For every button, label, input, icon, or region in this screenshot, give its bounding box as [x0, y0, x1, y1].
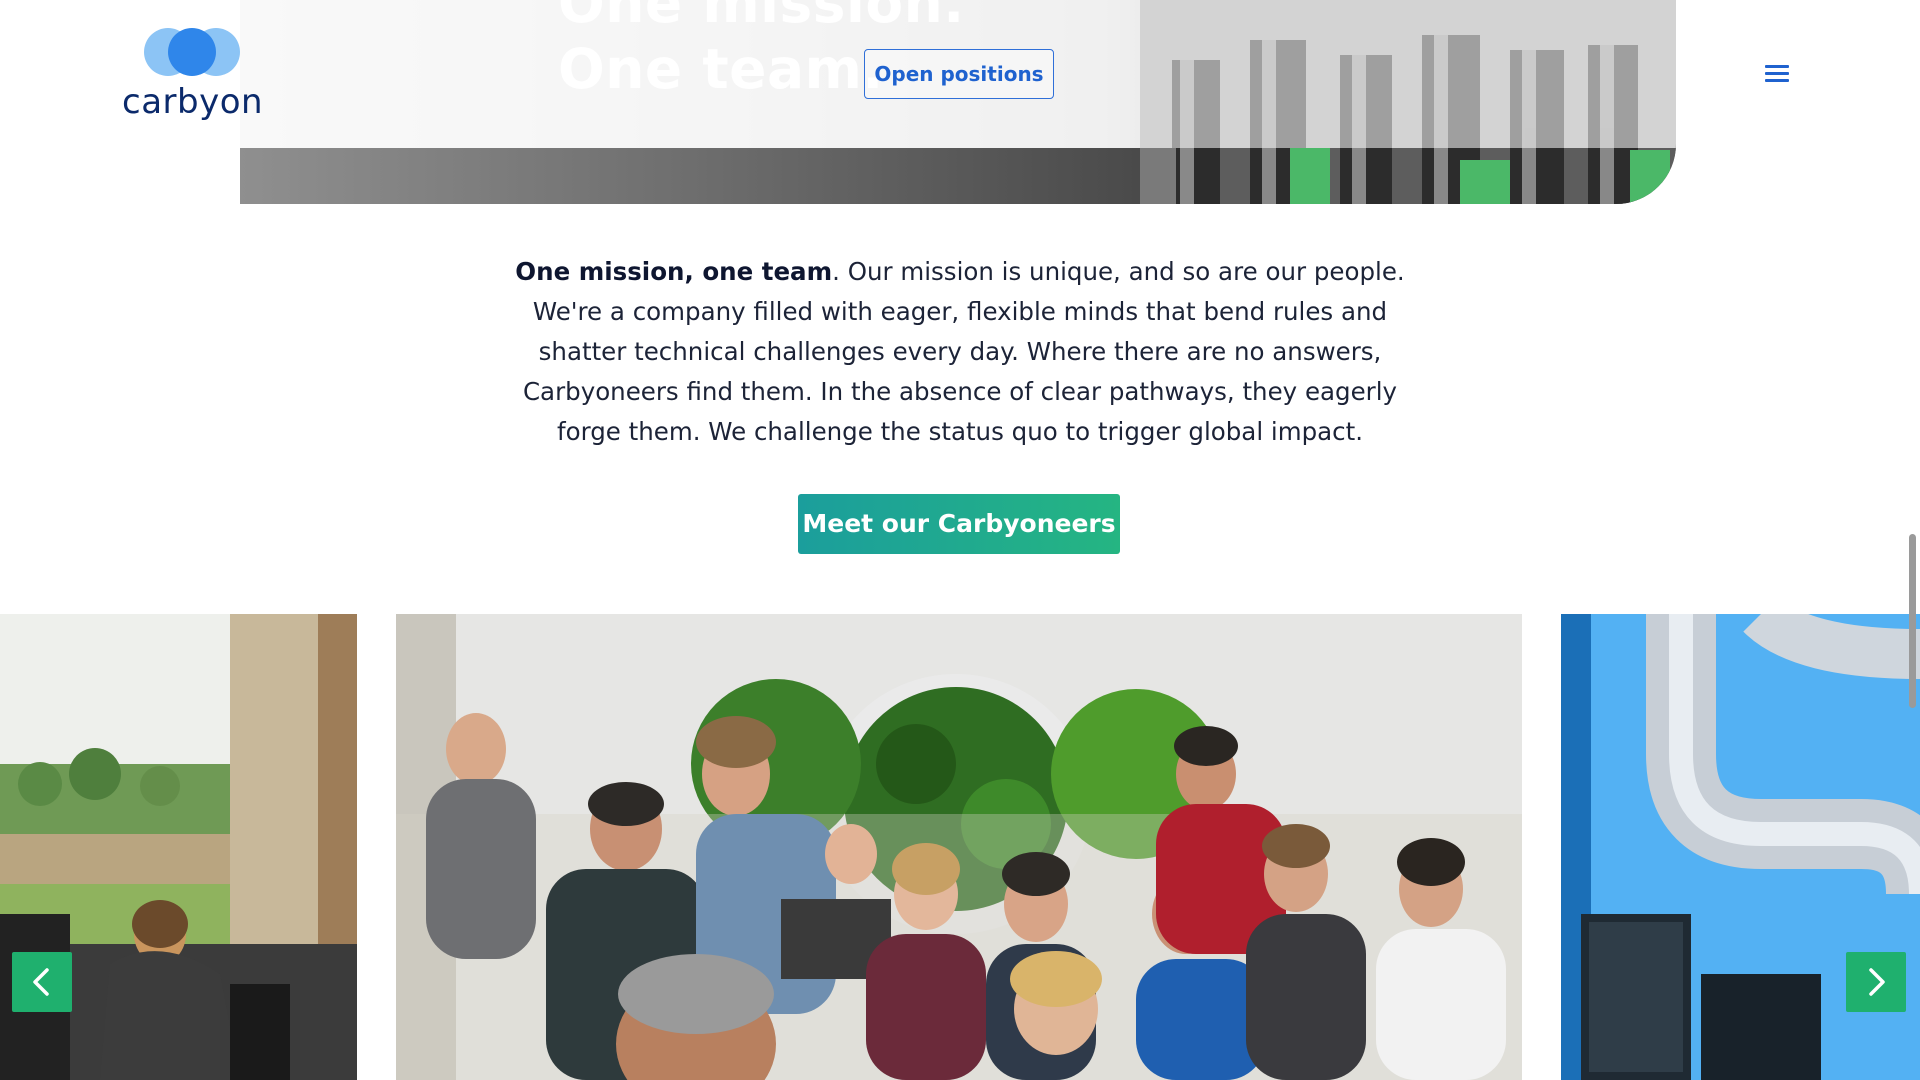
chevron-right-icon	[1869, 968, 1885, 996]
menu-button[interactable]	[1762, 62, 1792, 86]
carousel-slide-team[interactable]	[396, 614, 1522, 1080]
team-meeting-photo	[396, 614, 1522, 1080]
page-scrollbar[interactable]	[1909, 534, 1916, 708]
photo-carousel	[0, 614, 1920, 1080]
carousel-prev-button[interactable]	[12, 952, 72, 1012]
carousel-next-button[interactable]	[1846, 952, 1906, 1012]
hero-lower-band	[240, 148, 1140, 204]
logo-mark-icon	[144, 28, 240, 76]
logo-wordmark: carbyon	[122, 82, 264, 122]
chevron-left-icon	[33, 968, 49, 996]
open-positions-button[interactable]: Open positions	[864, 49, 1054, 99]
hero-banner: One mission. One team.	[240, 0, 1676, 204]
carbyon-logo[interactable]: carbyon	[122, 26, 264, 122]
hamburger-menu-icon	[1765, 65, 1789, 82]
hero-title-line-1: One mission.	[558, 0, 965, 35]
intro-lead: One mission, one team	[515, 257, 833, 286]
hero-title-line-2: One team.	[558, 37, 884, 101]
intro-paragraph: One mission, one team. Our mission is un…	[490, 252, 1430, 452]
hero-team-photo	[1140, 0, 1676, 204]
meet-carbyoneers-button[interactable]: Meet our Carbyoneers	[798, 494, 1120, 554]
